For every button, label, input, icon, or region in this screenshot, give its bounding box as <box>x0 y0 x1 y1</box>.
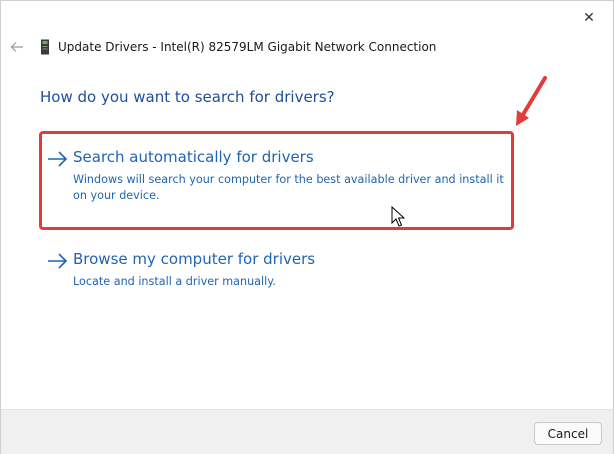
update-drivers-dialog: ✕ Update Drivers - Intel(R) 82579LM Giga… <box>0 0 614 454</box>
network-device-icon <box>39 39 51 55</box>
dialog-title-row: Update Drivers - Intel(R) 82579LM Gigabi… <box>39 38 436 56</box>
browse-computer-option[interactable]: Browse my computer for drivers Locate an… <box>47 250 507 290</box>
option-description: Windows will search your computer for th… <box>73 173 504 202</box>
option-description: Locate and install a driver manually. <box>73 275 276 288</box>
dialog-footer: Cancel <box>1 409 613 454</box>
search-automatically-option[interactable]: Search automatically for drivers Windows… <box>47 148 507 204</box>
back-arrow-icon <box>10 42 23 52</box>
right-arrow-icon <box>48 151 68 167</box>
close-icon: ✕ <box>583 10 595 26</box>
back-button[interactable] <box>7 37 27 57</box>
page-heading: How do you want to search for drivers? <box>40 88 335 106</box>
option-title: Search automatically for drivers <box>73 148 314 166</box>
right-arrow-icon <box>48 253 68 269</box>
option-title: Browse my computer for drivers <box>73 250 316 268</box>
close-button[interactable]: ✕ <box>575 7 603 29</box>
red-annotation-arrow <box>516 76 547 126</box>
dialog-title: Update Drivers - Intel(R) 82579LM Gigabi… <box>58 40 437 54</box>
mouse-pointer-icon <box>391 206 405 227</box>
cancel-button[interactable]: Cancel <box>534 422 602 445</box>
